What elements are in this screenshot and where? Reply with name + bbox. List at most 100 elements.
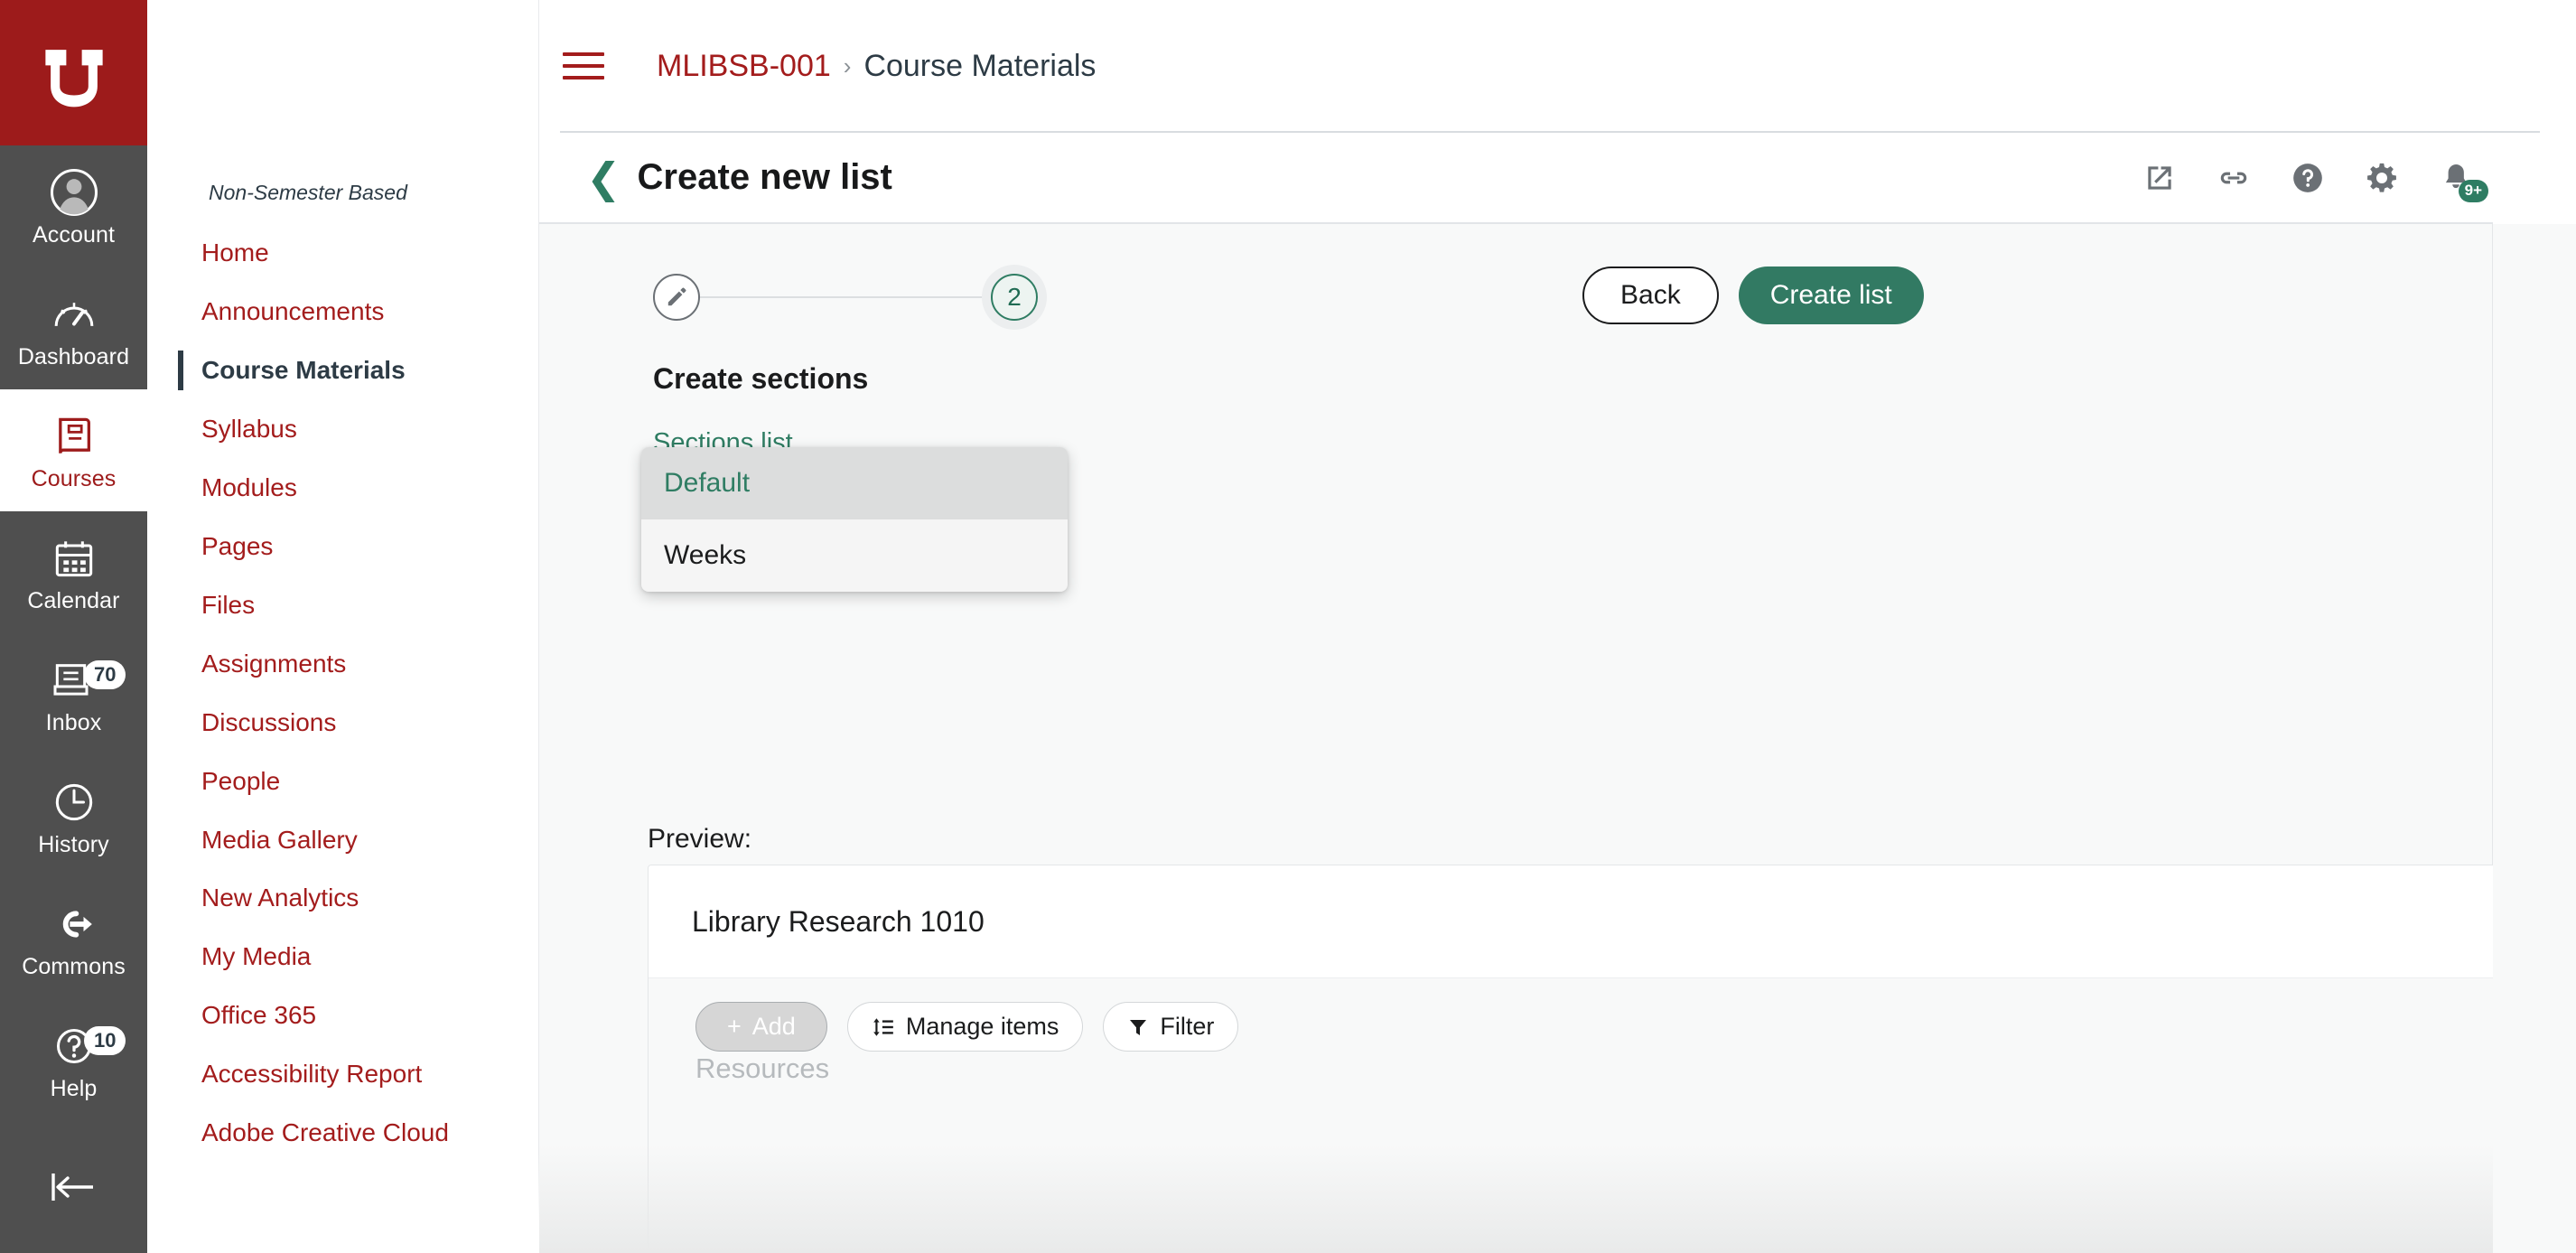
course-nav-item: People xyxy=(147,753,538,811)
manage-items-button[interactable]: Manage items xyxy=(846,1002,1084,1052)
course-nav-item: Syllabus xyxy=(147,400,538,459)
course-nav-link-discussions[interactable]: Discussions xyxy=(147,694,538,753)
course-nav-item: Adobe Creative Cloud xyxy=(147,1104,538,1163)
preview-label: Preview: xyxy=(648,824,752,854)
global-nav-item-dashboard[interactable]: Dashboard xyxy=(0,267,147,389)
sort-list-icon xyxy=(873,1017,893,1036)
global-nav-item-commons[interactable]: Commons xyxy=(0,877,147,999)
create-list-button[interactable]: Create list xyxy=(1738,266,1924,324)
course-nav-link-files[interactable]: Files xyxy=(147,576,538,635)
course-nav-link-announcements[interactable]: Announcements xyxy=(147,283,538,341)
right-gutter xyxy=(2493,224,2576,1253)
course-nav-link-home[interactable]: Home xyxy=(147,224,538,283)
help-badge: 10 xyxy=(84,1026,126,1055)
funnel-icon xyxy=(1130,1019,1147,1035)
gear-icon[interactable] xyxy=(2365,161,2399,195)
course-nav-item: Course Materials xyxy=(147,341,538,400)
help-circle-icon[interactable] xyxy=(2291,161,2325,195)
course-nav-item: Discussions xyxy=(147,694,538,753)
course-nav-link-new-analytics[interactable]: New Analytics xyxy=(147,869,538,928)
clock-icon xyxy=(55,783,92,820)
preview-card-header: Library Research 1010 xyxy=(649,865,2576,978)
global-nav-label: Help xyxy=(50,1075,98,1101)
dashboard-gauge-icon xyxy=(54,302,93,326)
course-nav-link-accessibility-report[interactable]: Accessibility Report xyxy=(147,1045,538,1104)
global-nav-item-account[interactable]: Account xyxy=(0,145,147,267)
breadcrumb-bar: MLIBSB-001 › Course Materials xyxy=(539,0,2576,132)
breadcrumb-separator-icon: › xyxy=(843,51,852,79)
course-nav-item: My Media xyxy=(147,928,538,987)
notifications-bell-button[interactable]: 9+ xyxy=(2439,161,2488,202)
preview-toolbar: + Add Manage items Filter xyxy=(649,978,2576,1052)
page-header: ❮ Create new list 9+ xyxy=(539,133,2493,222)
hamburger-menu-icon[interactable] xyxy=(563,44,604,88)
dropdown-option-weeks[interactable]: Weeks xyxy=(641,519,1068,592)
dropdown-option-default[interactable]: Default xyxy=(641,447,1068,519)
collapse-nav-button[interactable] xyxy=(0,1121,147,1253)
term-label: Non-Semester Based xyxy=(209,181,407,204)
breadcrumb-course-code[interactable]: MLIBSB-001 xyxy=(657,49,831,84)
global-nav-item-history[interactable]: History xyxy=(0,755,147,877)
chevron-left-icon[interactable]: ❮ xyxy=(586,157,621,199)
add-item-button[interactable]: + Add xyxy=(695,1002,827,1052)
external-link-icon[interactable] xyxy=(2142,161,2177,195)
filter-label: Filter xyxy=(1160,1013,1215,1040)
notification-count-badge: 9+ xyxy=(2458,180,2488,202)
university-logo[interactable] xyxy=(0,0,147,146)
course-nav-item: Modules xyxy=(147,459,538,518)
list-preview-card: Library Research 1010 + Add Manage items xyxy=(648,865,2576,1253)
global-nav-item-courses[interactable]: Courses xyxy=(0,389,147,512)
global-nav-item-inbox[interactable]: 70 Inbox xyxy=(0,633,147,755)
book-icon xyxy=(58,417,90,454)
manage-items-label: Manage items xyxy=(905,1013,1059,1040)
header-action-bar: 9+ xyxy=(2142,161,2493,202)
wizard-step-2-active-halo: 2 xyxy=(982,265,1047,330)
commons-arrow-icon xyxy=(62,911,92,938)
wizard-section-heading: Create sections xyxy=(653,362,869,395)
global-nav-item-calendar[interactable]: Calendar xyxy=(0,511,147,633)
global-nav-label: History xyxy=(38,831,109,857)
calendar-icon xyxy=(55,541,92,576)
preview-list-title: Library Research 1010 xyxy=(692,904,985,938)
wizard-step-2-active[interactable]: 2 xyxy=(991,274,1038,321)
link-icon[interactable] xyxy=(2217,161,2251,195)
wizard-step-connector xyxy=(700,296,991,298)
global-nav-label: Account xyxy=(32,221,116,248)
sections-dropdown-menu: Default Weeks xyxy=(641,447,1068,592)
course-nav-link-pages[interactable]: Pages xyxy=(147,518,538,576)
course-nav-item: Files xyxy=(147,576,538,635)
global-nav-item-help[interactable]: 10 Help xyxy=(0,999,147,1121)
wizard-stepper: 2 xyxy=(653,265,1047,330)
wizard-action-buttons: Back Create list xyxy=(1582,266,1924,324)
course-nav-link-media-gallery[interactable]: Media Gallery xyxy=(147,811,538,870)
course-nav-item: Office 365 xyxy=(147,987,538,1045)
breadcrumb: MLIBSB-001 › Course Materials xyxy=(657,49,1096,84)
block-u-logo-icon xyxy=(44,49,103,107)
filter-button[interactable]: Filter xyxy=(1103,1002,1239,1052)
course-nav-link-office-365[interactable]: Office 365 xyxy=(147,987,538,1045)
pencil-icon xyxy=(667,287,686,306)
course-nav-item: Assignments xyxy=(147,635,538,694)
course-nav-link-syllabus[interactable]: Syllabus xyxy=(147,400,538,459)
breadcrumb-current-page: Course Materials xyxy=(863,48,1097,83)
course-nav-link-people[interactable]: People xyxy=(147,753,538,811)
course-nav-link-course-materials[interactable]: Course Materials xyxy=(147,341,538,400)
add-button-label: Add xyxy=(751,1013,796,1040)
collapse-left-arrow-icon xyxy=(51,1174,93,1202)
course-nav-item: Pages xyxy=(147,518,538,576)
back-button[interactable]: Back xyxy=(1582,266,1719,324)
create-list-wizard-panel: 2 Create sections Back Create list Secti… xyxy=(539,224,2576,1253)
course-nav-link-my-media[interactable]: My Media xyxy=(147,928,538,987)
global-nav-label: Inbox xyxy=(45,709,102,735)
course-nav-list: Home Announcements Course Materials Syll… xyxy=(147,224,538,1163)
global-nav-label: Dashboard xyxy=(17,343,130,369)
wizard-step-1-completed[interactable] xyxy=(653,274,700,321)
global-nav-label: Courses xyxy=(31,465,117,491)
course-nav-item: Accessibility Report xyxy=(147,1045,538,1104)
course-nav-item: Announcements xyxy=(147,283,538,341)
course-nav-link-assignments[interactable]: Assignments xyxy=(147,635,538,694)
course-navigation: Non-Semester Based Home Announcements Co… xyxy=(147,0,539,1253)
course-nav-link-modules[interactable]: Modules xyxy=(147,459,538,518)
course-nav-item: New Analytics xyxy=(147,869,538,928)
course-nav-link-adobe-creative-cloud[interactable]: Adobe Creative Cloud xyxy=(147,1104,538,1163)
